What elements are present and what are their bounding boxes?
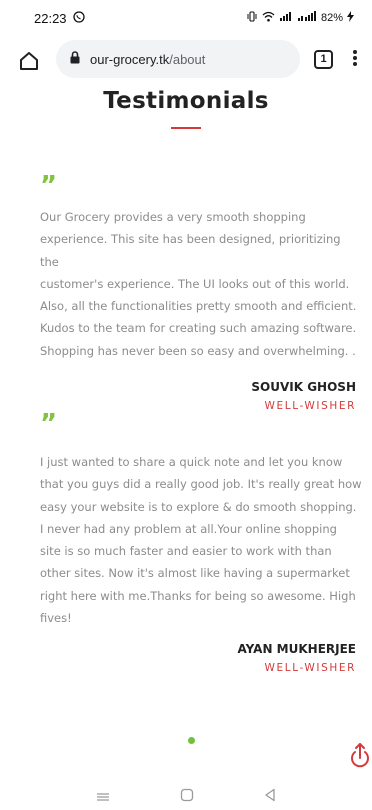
testimonial-line: other sites. Now it's almost like having…	[40, 566, 350, 581]
testimonial-line: that you guys did a really good job. It'…	[40, 477, 362, 492]
author-name: AYAN MUKHERJEE	[237, 642, 356, 656]
more-menu-icon[interactable]	[352, 48, 358, 70]
testimonial-line: experience. This site has been designed,…	[40, 232, 341, 269]
charging-icon	[347, 11, 354, 25]
recents-menu-icon[interactable]	[96, 789, 110, 807]
testimonial-line: I just wanted to share a quick note and …	[40, 455, 343, 469]
back-nav-icon[interactable]	[264, 788, 276, 807]
vibrate-icon	[246, 11, 258, 25]
status-bar: 22:23 82%	[0, 0, 372, 36]
testimonial-line: easy your website is to explore & do smo…	[40, 499, 357, 514]
url-text: our-grocery.tk/about	[90, 52, 205, 67]
testimonial-line: I never had any problem at all.Your onli…	[40, 521, 337, 536]
home-icon[interactable]	[18, 50, 40, 72]
testimonial-line: site is so much faster and easier to wor…	[40, 544, 332, 559]
tab-switcher-button[interactable]: 1	[314, 50, 333, 69]
testimonial-line: Our Grocery provides a very smooth shopp…	[40, 210, 306, 224]
page-title: Testimonials	[103, 88, 269, 114]
browser-toolbar: our-grocery.tk/about 1	[0, 40, 372, 80]
author-role: WELL-WISHER	[264, 662, 356, 674]
testimonial-line: Shopping has never been so easy and over…	[40, 343, 356, 358]
url-domain: our-grocery.tk	[90, 51, 170, 67]
battery-level: 82%	[320, 12, 343, 24]
home-nav-icon[interactable]	[180, 788, 194, 807]
quote-icon: ”	[40, 171, 58, 201]
testimonial-line: Also, all the functionalities pretty smo…	[40, 299, 357, 314]
share-icon[interactable]	[349, 742, 371, 770]
quote-icon: ”	[40, 409, 58, 439]
url-path: /about	[169, 51, 206, 67]
title-underline	[171, 127, 201, 129]
url-bar[interactable]: our-grocery.tk/about	[56, 40, 300, 78]
testimonial-line: customer's experience. The UI looks out …	[40, 276, 350, 291]
signal-icon	[297, 11, 317, 25]
lock-icon	[70, 51, 80, 67]
status-time: 22:23	[34, 10, 67, 26]
carousel-dot[interactable]	[188, 737, 195, 744]
testimonial-text: Our Grocery provides a very smooth shopp…	[40, 206, 362, 362]
volte-signal-icon	[279, 11, 293, 25]
testimonial-line: Kudos to the team for creating such amaz…	[40, 321, 357, 336]
testimonial-text: I just wanted to share a quick note and …	[40, 451, 362, 629]
author-name: SOUVIK GHOSH	[251, 380, 356, 394]
wifi-icon	[262, 11, 275, 25]
whatsapp-icon	[72, 10, 85, 26]
author-role: WELL-WISHER	[264, 400, 356, 412]
testimonial-line: fives!	[40, 611, 72, 626]
system-nav-bar	[0, 785, 372, 810]
testimonial-line: right here with me.Thanks for being so a…	[40, 588, 356, 603]
